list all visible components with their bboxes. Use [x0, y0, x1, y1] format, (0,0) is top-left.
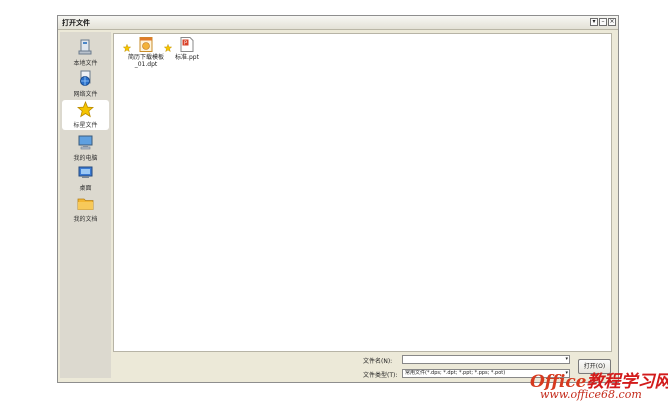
star-icon: [123, 44, 131, 52]
sidebar-item-my-computer[interactable]: 我的电脑: [62, 133, 109, 163]
dpt-template-icon: [139, 37, 153, 52]
desktop-icon: [78, 166, 93, 178]
computer-local-icon: [78, 39, 92, 55]
star-icon: [77, 101, 94, 118]
sidebar-item-label: 网络文件: [73, 91, 98, 98]
sidebar-item-local-files[interactable]: 本地文件: [62, 38, 109, 68]
folder-icon: [77, 198, 94, 210]
filetype-label: 文件类型(T):: [363, 372, 398, 379]
sidebar-item-starred-files[interactable]: 标星文件: [62, 100, 109, 130]
file-item[interactable]: P 标准.ppt: [164, 36, 210, 70]
site-watermark: Office教程学习网 www.office68.com: [530, 367, 668, 405]
chevron-down-icon[interactable]: ▾: [565, 356, 568, 363]
monitor-icon: [78, 135, 93, 150]
file-list[interactable]: 简历下载模板_01.dpt P 标准.ppt: [113, 33, 612, 352]
close-button[interactable]: ×: [608, 18, 616, 26]
dropdown-button[interactable]: ▾: [590, 18, 598, 26]
sidebar-item-desktop[interactable]: 桌面: [62, 163, 109, 193]
watermark-url: www.office68.com: [540, 388, 642, 401]
sidebar-item-network-files[interactable]: 网络文件: [62, 69, 109, 99]
places-sidebar: 本地文件 网络文件 标星文件 我的电脑 桌面 我的文档: [60, 32, 111, 378]
file-name: 简历下载模板_01.dpt: [127, 54, 164, 68]
title-bar[interactable]: 打开文件 ▾ – ×: [58, 16, 618, 30]
file-name: 标准.ppt: [175, 54, 199, 61]
svg-text:P: P: [184, 41, 187, 47]
network-globe-icon: [80, 70, 91, 86]
sidebar-item-label: 本地文件: [73, 60, 98, 67]
sidebar-item-label: 桌面: [79, 185, 92, 192]
sidebar-item-label: 我的电脑: [73, 155, 98, 162]
ppt-file-icon: P: [180, 37, 194, 52]
star-icon: [164, 44, 172, 52]
filename-input[interactable]: ▾: [402, 355, 570, 364]
open-file-dialog: 打开文件 ▾ – × 本地文件 网络文件 标星文件 我的电脑 桌面 我的文档 简…: [57, 15, 619, 383]
file-item[interactable]: 简历下载模板_01.dpt: [123, 36, 169, 70]
sidebar-item-label: 标星文件: [73, 122, 98, 129]
sidebar-item-my-documents[interactable]: 我的文档: [62, 194, 109, 224]
filename-label: 文件名(N):: [363, 358, 393, 365]
dialog-title: 打开文件: [62, 19, 90, 27]
sidebar-item-label: 我的文档: [73, 216, 98, 223]
minimize-button[interactable]: –: [599, 18, 607, 26]
